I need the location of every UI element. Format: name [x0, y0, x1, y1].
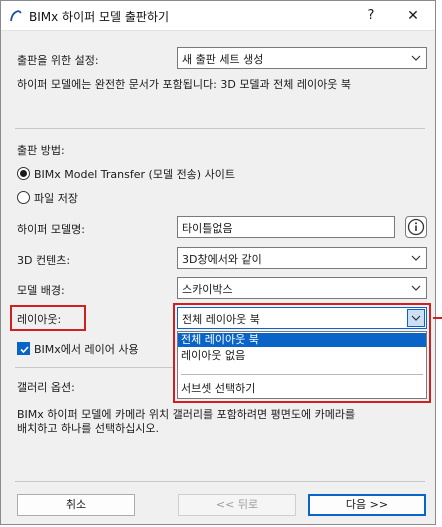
cancel-button[interactable]: 취소 — [17, 494, 135, 516]
hypermodel-name-input[interactable]: 타이틀없음 — [177, 216, 395, 238]
checkmark-icon — [20, 346, 29, 354]
radio-save-file[interactable] — [17, 191, 30, 204]
radio-model-transfer-label: BIMx Model Transfer (모델 전송) 사이트 — [34, 168, 235, 181]
title-bar: BIMx 하이퍼 모델 출판하기 ? ✕ — [1, 1, 435, 31]
radio-save-file-label: 파일 저장 — [34, 192, 78, 205]
back-button[interactable]: << 뒤로 — [178, 494, 296, 516]
chevron-down-icon — [411, 55, 421, 61]
divider — [15, 481, 425, 482]
model-background-value: 스카이박스 — [182, 283, 233, 296]
close-button[interactable]: ✕ — [398, 4, 428, 28]
help-button[interactable]: ? — [356, 4, 386, 28]
bimx-app-icon — [10, 10, 22, 22]
layout-option-none[interactable]: 레이아웃 없음 — [178, 349, 426, 363]
window-title: BIMx 하이퍼 모델 출판하기 — [29, 10, 170, 24]
layout-dropdown-list: 전체 레이아웃 북 레이아웃 없음 서브셋 선택하기 — [177, 331, 427, 399]
divider — [15, 128, 425, 129]
publish-settings-value: 새 출판 세트 생성 — [182, 53, 264, 66]
layout-select[interactable]: 전체 레이아웃 북 — [177, 307, 427, 329]
use-layers-label: BIMx에서 레이어 사용 — [34, 343, 139, 356]
publish-method-label: 출판 방법: — [17, 144, 65, 157]
model-background-label: 모델 배경: — [17, 284, 65, 297]
publish-settings-description: 하이퍼 모델에는 완전한 문서가 포함됩니다: 3D 모델과 전체 레이아웃 북 — [17, 78, 352, 91]
chevron-down-icon — [411, 255, 421, 261]
publish-settings-label: 출판을 위한 설정: — [17, 54, 99, 67]
model-background-select[interactable]: 스카이박스 — [177, 277, 427, 299]
callout-pointer — [433, 317, 442, 319]
chevron-down-icon — [411, 285, 421, 291]
gallery-description-line2: 배치하고 하나를 선택하십시오. — [17, 422, 160, 435]
layout-value: 전체 레이아웃 북 — [182, 313, 260, 326]
use-layers-checkbox[interactable] — [17, 342, 30, 355]
layout-option-full-book[interactable]: 전체 레이아웃 북 — [178, 333, 426, 347]
content-3d-select[interactable]: 3D창에서와 같이 — [177, 247, 427, 269]
layout-label: 레이아웃: — [17, 313, 62, 326]
gallery-label: 갤러리 옵션: — [17, 381, 75, 394]
layout-dropdown-toggle[interactable] — [407, 309, 425, 327]
radio-model-transfer[interactable] — [17, 167, 30, 180]
divider — [15, 367, 173, 368]
info-button[interactable] — [405, 216, 427, 238]
layout-option-subset[interactable]: 서브셋 선택하기 — [178, 382, 426, 396]
hypermodel-name-value: 타이틀없음 — [182, 222, 233, 235]
content-3d-value: 3D창에서와 같이 — [182, 253, 262, 266]
dropdown-divider — [181, 374, 423, 375]
info-icon — [407, 218, 425, 236]
chevron-down-icon — [411, 315, 421, 321]
content-3d-label: 3D 컨텐츠: — [17, 254, 71, 267]
next-button[interactable]: 다음 >> — [308, 494, 426, 516]
publish-settings-select[interactable]: 새 출판 세트 생성 — [177, 47, 427, 69]
publish-dialog: BIMx 하이퍼 모델 출판하기 ? ✕ 출판을 위한 설정: 새 출판 세트 … — [0, 0, 442, 525]
hypermodel-name-label: 하이퍼 모델명: — [17, 223, 85, 236]
